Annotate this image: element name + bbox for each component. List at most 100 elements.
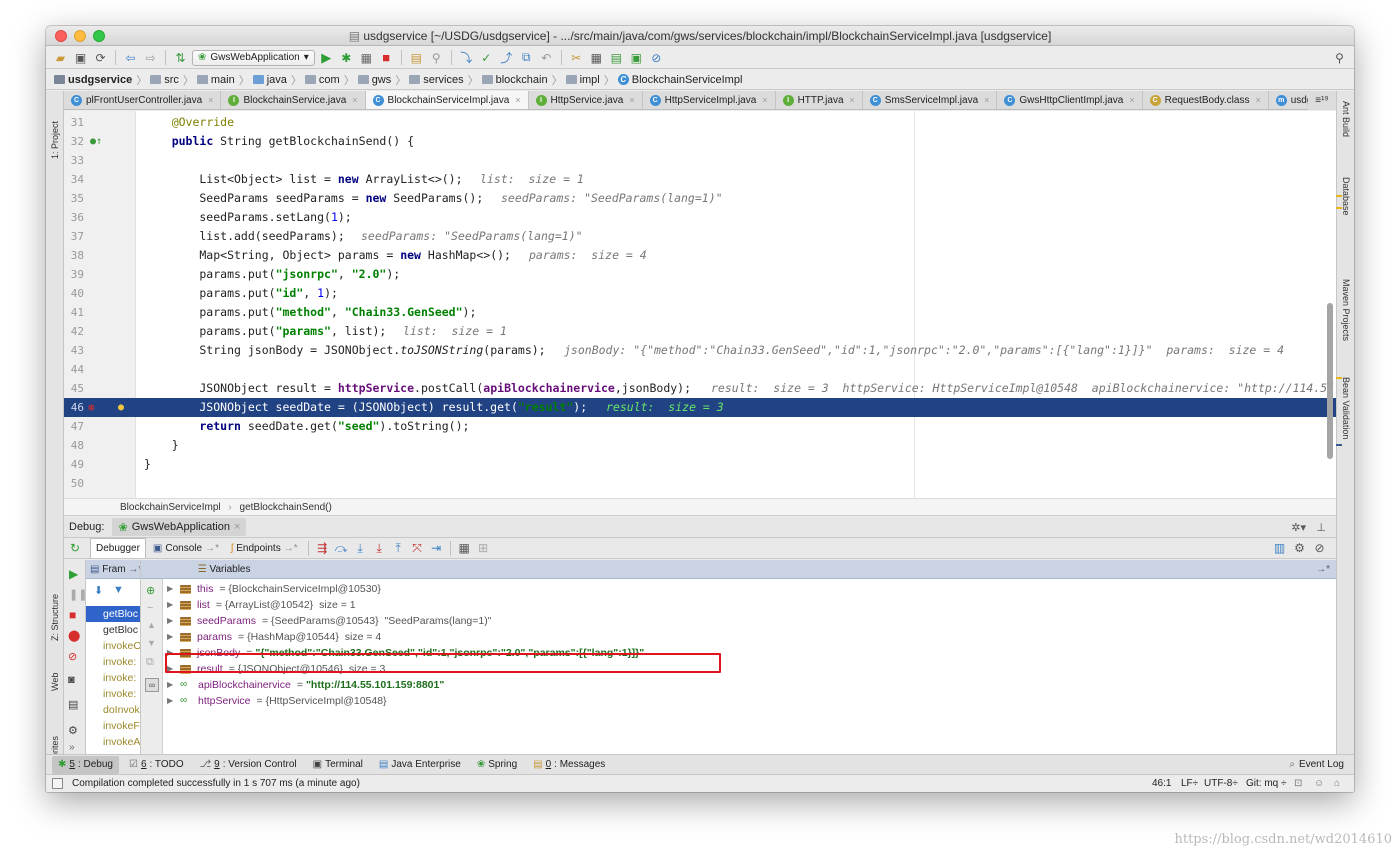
mute-breakpoints-icon[interactable]: ⊘	[68, 650, 77, 663]
close-icon[interactable]: ×	[352, 95, 357, 105]
expand-arrow-icon[interactable]: ▶	[167, 645, 177, 661]
back-icon[interactable]: ⇦	[122, 49, 139, 66]
line-number[interactable]: 44	[64, 360, 84, 379]
hide-panel-icon[interactable]: ⊥	[1316, 521, 1326, 534]
settings-icon[interactable]: ⚙	[68, 724, 78, 737]
code-line[interactable]: 37 list.add(seedParams); seedParams: "See…	[64, 227, 1336, 246]
code-editor[interactable]: 31 @Override 32 ●↑ public String getBlockc…	[64, 111, 1336, 498]
breadcrumb-item-main[interactable]: main	[196, 74, 239, 86]
gear-icon[interactable]: ✲▾	[1291, 521, 1306, 534]
close-icon[interactable]: ×	[234, 521, 240, 533]
line-number[interactable]: 50	[64, 474, 84, 493]
tasks-icon[interactable]: ▤	[608, 49, 625, 66]
variable-row[interactable]: ▶ params = {HashMap@10544} size = 4	[167, 629, 381, 645]
tab-overflow-button[interactable]: ≡¹⁹	[1308, 91, 1336, 110]
force-step-into-icon[interactable]: ⤓	[371, 540, 388, 557]
expand-arrow-icon[interactable]: ▶	[167, 677, 177, 693]
new-watch-icon[interactable]: ⊕	[146, 584, 155, 597]
close-window-button[interactable]	[55, 30, 67, 42]
tab-4[interactable]: C HttpServiceImpl.java ×	[643, 91, 776, 109]
run-to-cursor-icon[interactable]: ⇥	[428, 540, 445, 557]
tab-5[interactable]: I HTTP.java ×	[776, 91, 863, 109]
tool-window-structure[interactable]: Z: Structure	[50, 594, 60, 641]
git-branch[interactable]: Git: mq ÷	[1246, 775, 1287, 792]
tool-window-web[interactable]: Web	[50, 673, 60, 691]
code-line[interactable]: 47 return seedDate.get("seed").toString(…	[64, 417, 1336, 436]
line-number[interactable]: 32	[64, 132, 84, 151]
editor-breadcrumb-class[interactable]: BlockchainServiceImpl	[120, 502, 221, 513]
build-icon[interactable]: ⇅	[172, 49, 189, 66]
breadcrumb-item-com[interactable]: com	[304, 74, 344, 86]
close-icon[interactable]: ×	[1255, 95, 1260, 105]
arrow-down-icon[interactable]: ⬇	[94, 584, 103, 597]
tool-button-java-ee[interactable]: ▤ Java Enterprise	[373, 756, 467, 774]
forward-icon[interactable]: ⇨	[142, 49, 159, 66]
line-number[interactable]: 41	[64, 303, 84, 322]
search-everywhere-icon[interactable]: ⚲	[1331, 49, 1348, 66]
mute-breakpoints-icon[interactable]: ⊘	[1311, 540, 1328, 557]
line-number[interactable]: 34	[64, 170, 84, 189]
expand-arrow-icon[interactable]: ▶	[167, 661, 177, 677]
stack-frame[interactable]: invokeF	[86, 718, 140, 734]
event-icon[interactable]: ⌂	[1334, 775, 1340, 792]
variable-row[interactable]: ▶ this = {BlockchainServiceImpl@10530}	[167, 581, 384, 597]
move-up-icon[interactable]: ▲	[147, 620, 156, 630]
variable-row[interactable]: ▶ ∞ httpService = {HttpServiceImpl@10548}	[167, 693, 390, 709]
code-line[interactable]: 43 String jsonBody = JSONObject.toJSONSt…	[64, 341, 1336, 360]
code-line[interactable]: 49}	[64, 455, 1336, 474]
breakpoint-icon[interactable]: ⊛	[88, 398, 95, 417]
tab-7[interactable]: C GwsHttpClientImpl.java ×	[997, 91, 1143, 109]
tool-button-bug[interactable]: ✱ 5: Debug	[52, 755, 119, 774]
file-encoding[interactable]: UTF-8÷	[1204, 775, 1238, 792]
project-structure-icon[interactable]: ▤	[408, 49, 425, 66]
vcs-revert-icon[interactable]: ↶	[538, 49, 555, 66]
vcs-compare-icon[interactable]: ⧉	[518, 49, 535, 66]
code-line[interactable]: 38 Map<String, Object> params = new Hash…	[64, 246, 1336, 265]
breadcrumb-item-java[interactable]: java	[252, 74, 291, 86]
code-line[interactable]: 31 @Override	[64, 113, 1336, 132]
save-all-icon[interactable]: ▣	[72, 49, 89, 66]
variable-row[interactable]: ▶ result = {JSONObject@10546} size = 3	[167, 661, 385, 677]
hector-icon[interactable]: ☺	[1314, 775, 1324, 792]
line-number[interactable]: 43	[64, 341, 84, 360]
sdk-icon[interactable]: ⚲	[428, 49, 445, 66]
debug-icon[interactable]: ✱	[338, 49, 355, 66]
restore-layout-icon[interactable]: ▥	[1271, 540, 1288, 557]
settings-icon[interactable]: ✂	[568, 49, 585, 66]
trace-icon[interactable]: ⊞	[475, 540, 492, 557]
line-number[interactable]: 42	[64, 322, 84, 341]
resume-icon[interactable]: ▶	[69, 567, 78, 581]
tool-windows-toggle-icon[interactable]	[52, 778, 63, 789]
breadcrumb-item-impl[interactable]: impl	[565, 74, 604, 86]
run-icon[interactable]: ▶	[318, 49, 335, 66]
close-icon[interactable]: ×	[1129, 95, 1134, 105]
vcs-push-icon[interactable]: ⤴	[498, 49, 515, 66]
evaluate-icon[interactable]: ▦	[456, 540, 473, 557]
expand-arrow-icon[interactable]: ▶	[167, 629, 177, 645]
stack-frame[interactable]: invoke:	[86, 670, 140, 686]
camera-icon[interactable]: ◙	[68, 674, 75, 686]
line-number[interactable]: 45	[64, 379, 84, 398]
tool-button-vcs[interactable]: ⎇ 9: Version Control	[194, 756, 303, 774]
stack-frame[interactable]: invokeA	[86, 734, 140, 750]
code-line[interactable]: 42 params.put("params", list); list: size…	[64, 322, 1336, 341]
expand-arrow-icon[interactable]: ▶	[167, 613, 177, 629]
tool-button-messages[interactable]: ▤ 0: Messages	[527, 756, 611, 774]
tab-console[interactable]: ▣ Console →*	[148, 538, 224, 558]
line-separator[interactable]: LF÷	[1181, 775, 1198, 792]
variable-row[interactable]: ▶ list = {ArrayList@10542} size = 1	[167, 597, 356, 613]
no-icon[interactable]: ⊘	[648, 49, 665, 66]
tab-endpoints[interactable]: ʃ Endpoints →*	[226, 538, 303, 558]
code-line[interactable]: 34 List<Object> list = new ArrayList<>()…	[64, 170, 1336, 189]
lightbulb-icon[interactable]: ●	[118, 398, 124, 417]
debug-session-tab[interactable]: ❀ GwsWebApplication ×	[112, 518, 247, 536]
layout-icon[interactable]: ▤	[68, 698, 78, 711]
close-icon[interactable]: ×	[984, 95, 989, 105]
stop-icon[interactable]: ■	[378, 49, 395, 66]
stack-frame[interactable]: invoke:	[86, 654, 140, 670]
tool-window-project[interactable]: 1: Project	[50, 121, 60, 159]
code-line[interactable]: 48 }	[64, 436, 1336, 455]
code-line[interactable]: 36 seedParams.setLang(1);	[64, 208, 1336, 227]
structure-icon[interactable]: ▦	[588, 49, 605, 66]
breadcrumb-item-src[interactable]: src	[150, 74, 183, 86]
